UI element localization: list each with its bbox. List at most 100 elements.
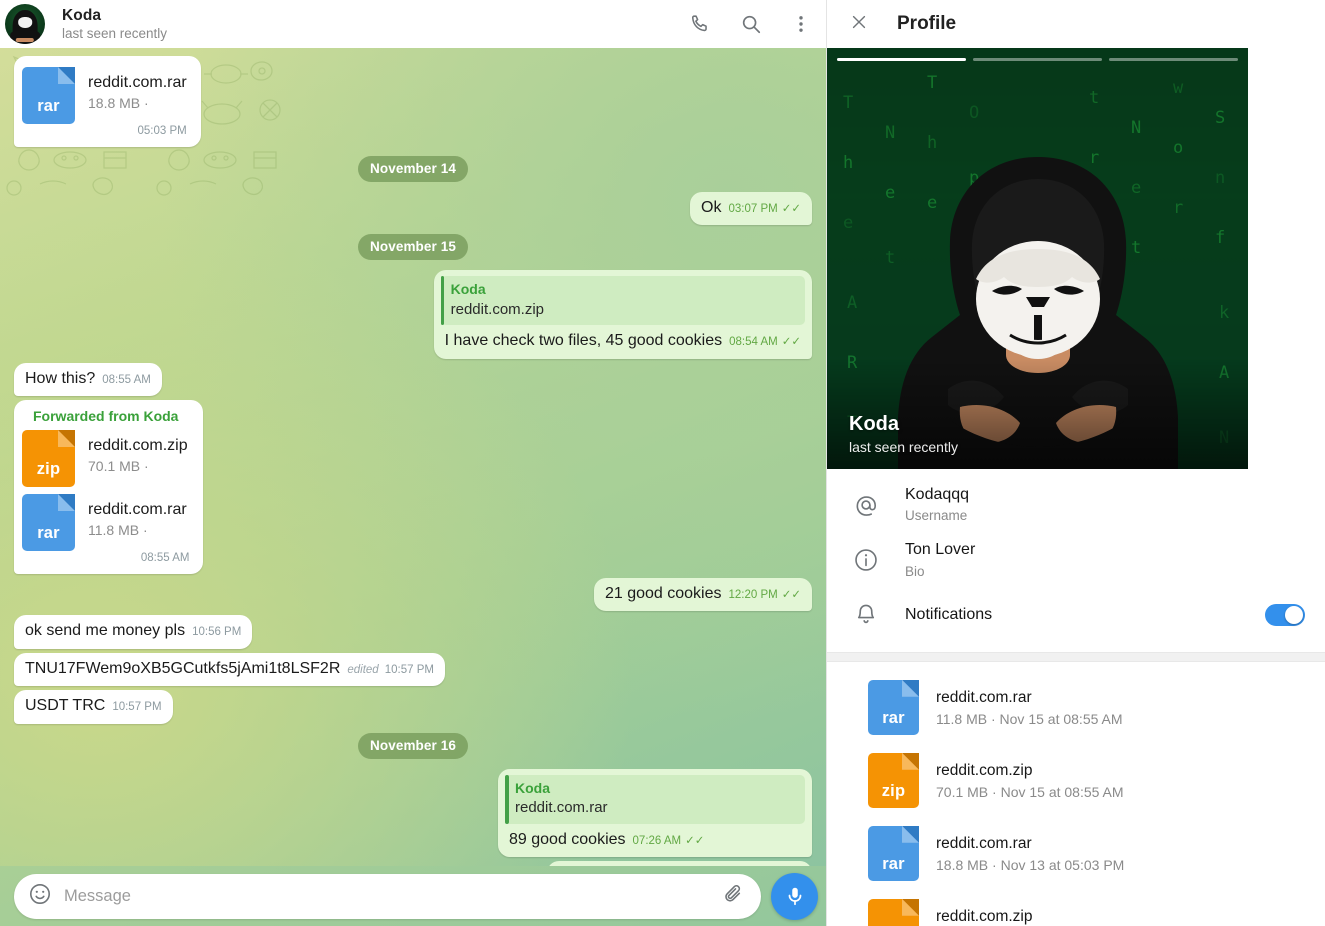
profile-row-notifications[interactable]: Notifications <box>827 588 1325 642</box>
message-time: 08:55 AM <box>140 552 190 565</box>
bio-label: Bio <box>905 563 925 579</box>
edited-label: edited <box>347 663 379 676</box>
text-message-bubble[interactable]: ok send me money pls 10:56 PM <box>14 615 253 649</box>
zip-file-icon: zip <box>868 898 919 926</box>
text-message-bubble[interactable]: How this? 08:55 AM <box>14 362 162 397</box>
forwarded-file-message-bubble[interactable]: Forwarded from Koda zip reddit.com.zip 7… <box>14 400 204 574</box>
message-text: How this? <box>25 369 96 387</box>
search-input[interactable]: Message <box>64 887 709 906</box>
profile-cover-photo[interactable]: The Net The Ope tro Net wor Snf ART kAN <box>827 48 1248 469</box>
file-meta: 11.8 MB · Nov 15 at 08:55 AM <box>936 710 1123 727</box>
cover-text: Koda last seen recently <box>849 413 958 455</box>
svg-text:O: O <box>969 103 979 123</box>
microphone-icon[interactable] <box>771 872 818 920</box>
message-row: How this? 08:55 AM <box>0 362 826 397</box>
svg-text:N: N <box>1131 118 1141 138</box>
paperclip-icon[interactable] <box>721 882 745 911</box>
search-icon[interactable] <box>740 13 762 35</box>
chat-title[interactable]: Koda last seen recently <box>62 7 690 41</box>
reply-message-bubble[interactable]: Koda reddit.com.rar 89 good cookies 07:2… <box>498 768 812 858</box>
list-item[interactable]: zip reddit.com.zip 5.8 MB · Nov 11 at 01… <box>827 890 1325 926</box>
svg-text:k: k <box>1219 303 1229 323</box>
message-row: Koda reddit.com.zip I have check two fil… <box>0 270 826 359</box>
rar-file-icon: rar <box>22 67 75 124</box>
message-row: USDT TRC 10:57 PM <box>0 690 826 724</box>
message-composer: Message <box>0 866 826 926</box>
profile-status: last seen recently <box>849 439 958 455</box>
message-meta: 10:56 PM <box>192 625 241 640</box>
message-text: 89 good cookies <box>509 830 626 848</box>
file-meta: 70.1 MB · Nov 15 at 08:55 AM <box>936 783 1124 800</box>
message-row: 21 good cookies 12:20 PM ✓✓ <box>0 577 826 612</box>
close-icon[interactable] <box>849 12 869 37</box>
notifications-toggle[interactable] <box>1265 603 1305 626</box>
message-input-bar[interactable]: Message <box>14 873 761 919</box>
file-attachment[interactable]: rar reddit.com.rar 11.8 MB · <box>22 491 189 555</box>
message-text: ok send me money pls <box>25 622 186 640</box>
profile-header: Profile <box>827 0 1325 48</box>
list-item[interactable]: rar reddit.com.rar 11.8 MB · Nov 15 at 0… <box>827 671 1325 744</box>
more-vertical-icon[interactable] <box>790 13 812 35</box>
list-item[interactable]: rar reddit.com.rar 18.8 MB · Nov 13 at 0… <box>827 817 1325 890</box>
svg-text:n: n <box>1215 168 1225 188</box>
date-pill: November 14 <box>358 155 468 182</box>
svg-text:T: T <box>927 73 937 93</box>
profile-row-bio[interactable]: Ton Lover Bio <box>827 532 1325 587</box>
photo-indicator[interactable] <box>837 58 1238 61</box>
file-message-bubble[interactable]: rar reddit.com.rar 18.8 MB · 05:03 PM <box>14 56 201 147</box>
message-meta: edited 10:57 PM <box>347 663 434 678</box>
zip-file-icon: zip <box>22 430 75 488</box>
chat-pane: Koda last seen recently rar reddit.com.r… <box>0 0 826 926</box>
reply-quote[interactable]: Koda reddit.com.zip <box>440 276 805 326</box>
profile-title: Profile <box>897 13 957 34</box>
file-name: reddit.com.zip <box>88 437 188 455</box>
file-attachment[interactable]: zip reddit.com.zip 70.1 MB · <box>22 427 189 491</box>
file-ext-label: zip <box>36 459 61 478</box>
smiley-icon[interactable] <box>28 882 52 911</box>
message-row: ok send me money pls 10:56 PM <box>0 615 826 649</box>
file-name: reddit.com.zip <box>936 907 1033 925</box>
reply-message-bubble[interactable]: Koda reddit.com.zip I have check two fil… <box>433 270 812 359</box>
message-meta: 08:55 AM <box>102 373 151 388</box>
rar-file-icon: rar <box>22 494 75 552</box>
photo-indicator-segment[interactable] <box>1109 58 1238 61</box>
file-meta: 18.8 MB · Nov 13 at 05:03 PM <box>936 856 1125 873</box>
zip-file-icon: zip <box>868 752 919 808</box>
message-time: 08:55 AM <box>102 373 151 386</box>
file-name: reddit.com.rar <box>88 74 187 91</box>
file-ext-label: rar <box>882 708 905 727</box>
shared-files-list[interactable]: rar reddit.com.rar 11.8 MB · Nov 15 at 0… <box>827 662 1325 926</box>
section-divider <box>827 651 1325 662</box>
reply-preview: reddit.com.rar <box>515 799 608 817</box>
svg-text:e: e <box>843 213 853 233</box>
phone-icon[interactable] <box>690 13 712 35</box>
file-name: reddit.com.rar <box>88 501 187 519</box>
wallet-address-message-bubble[interactable]: TNU17FWem9oXB5GCutkfs5jAmi1t8LSF2R edite… <box>14 652 445 687</box>
message-time: 07:26 AM <box>632 834 682 847</box>
message-time: 10:56 PM <box>192 626 242 639</box>
photo-indicator-segment[interactable] <box>837 58 966 61</box>
file-size: 70.1 MB · <box>88 458 149 475</box>
text-message-bubble[interactable]: USDT TRC 10:57 PM <box>14 690 173 724</box>
chat-header: Koda last seen recently <box>0 0 826 48</box>
message-time: 08:54 AM <box>729 336 778 349</box>
message-text: Ok <box>701 198 722 216</box>
list-item[interactable]: zip reddit.com.zip 70.1 MB · Nov 15 at 0… <box>827 744 1325 817</box>
chat-message-list[interactable]: rar reddit.com.rar 18.8 MB · 05:03 PM No… <box>0 48 826 866</box>
rar-file-icon: rar <box>868 679 919 735</box>
read-ticks-icon: ✓✓ <box>781 588 801 601</box>
profile-row-username[interactable]: Kodaqqq Username <box>827 477 1325 532</box>
username-value: Kodaqqq <box>905 486 970 503</box>
text-message-bubble[interactable]: Ok 03:07 PM ✓✓ <box>690 191 812 226</box>
message-meta: 12:20 PM ✓✓ <box>728 588 801 603</box>
avatar[interactable] <box>5 4 45 44</box>
file-attachment[interactable]: rar reddit.com.rar 18.8 MB · <box>22 64 187 128</box>
reply-quote[interactable]: Koda reddit.com.rar <box>505 774 805 824</box>
photo-indicator-segment[interactable] <box>973 58 1102 61</box>
message-time: 10:57 PM <box>112 701 162 714</box>
message-time: 05:03 PM <box>137 125 187 137</box>
text-message-bubble[interactable]: 21 good cookies 12:20 PM ✓✓ <box>593 577 812 612</box>
svg-text:T: T <box>843 93 853 113</box>
profile-name: Koda <box>849 413 899 435</box>
date-pill: November 15 <box>358 234 468 261</box>
